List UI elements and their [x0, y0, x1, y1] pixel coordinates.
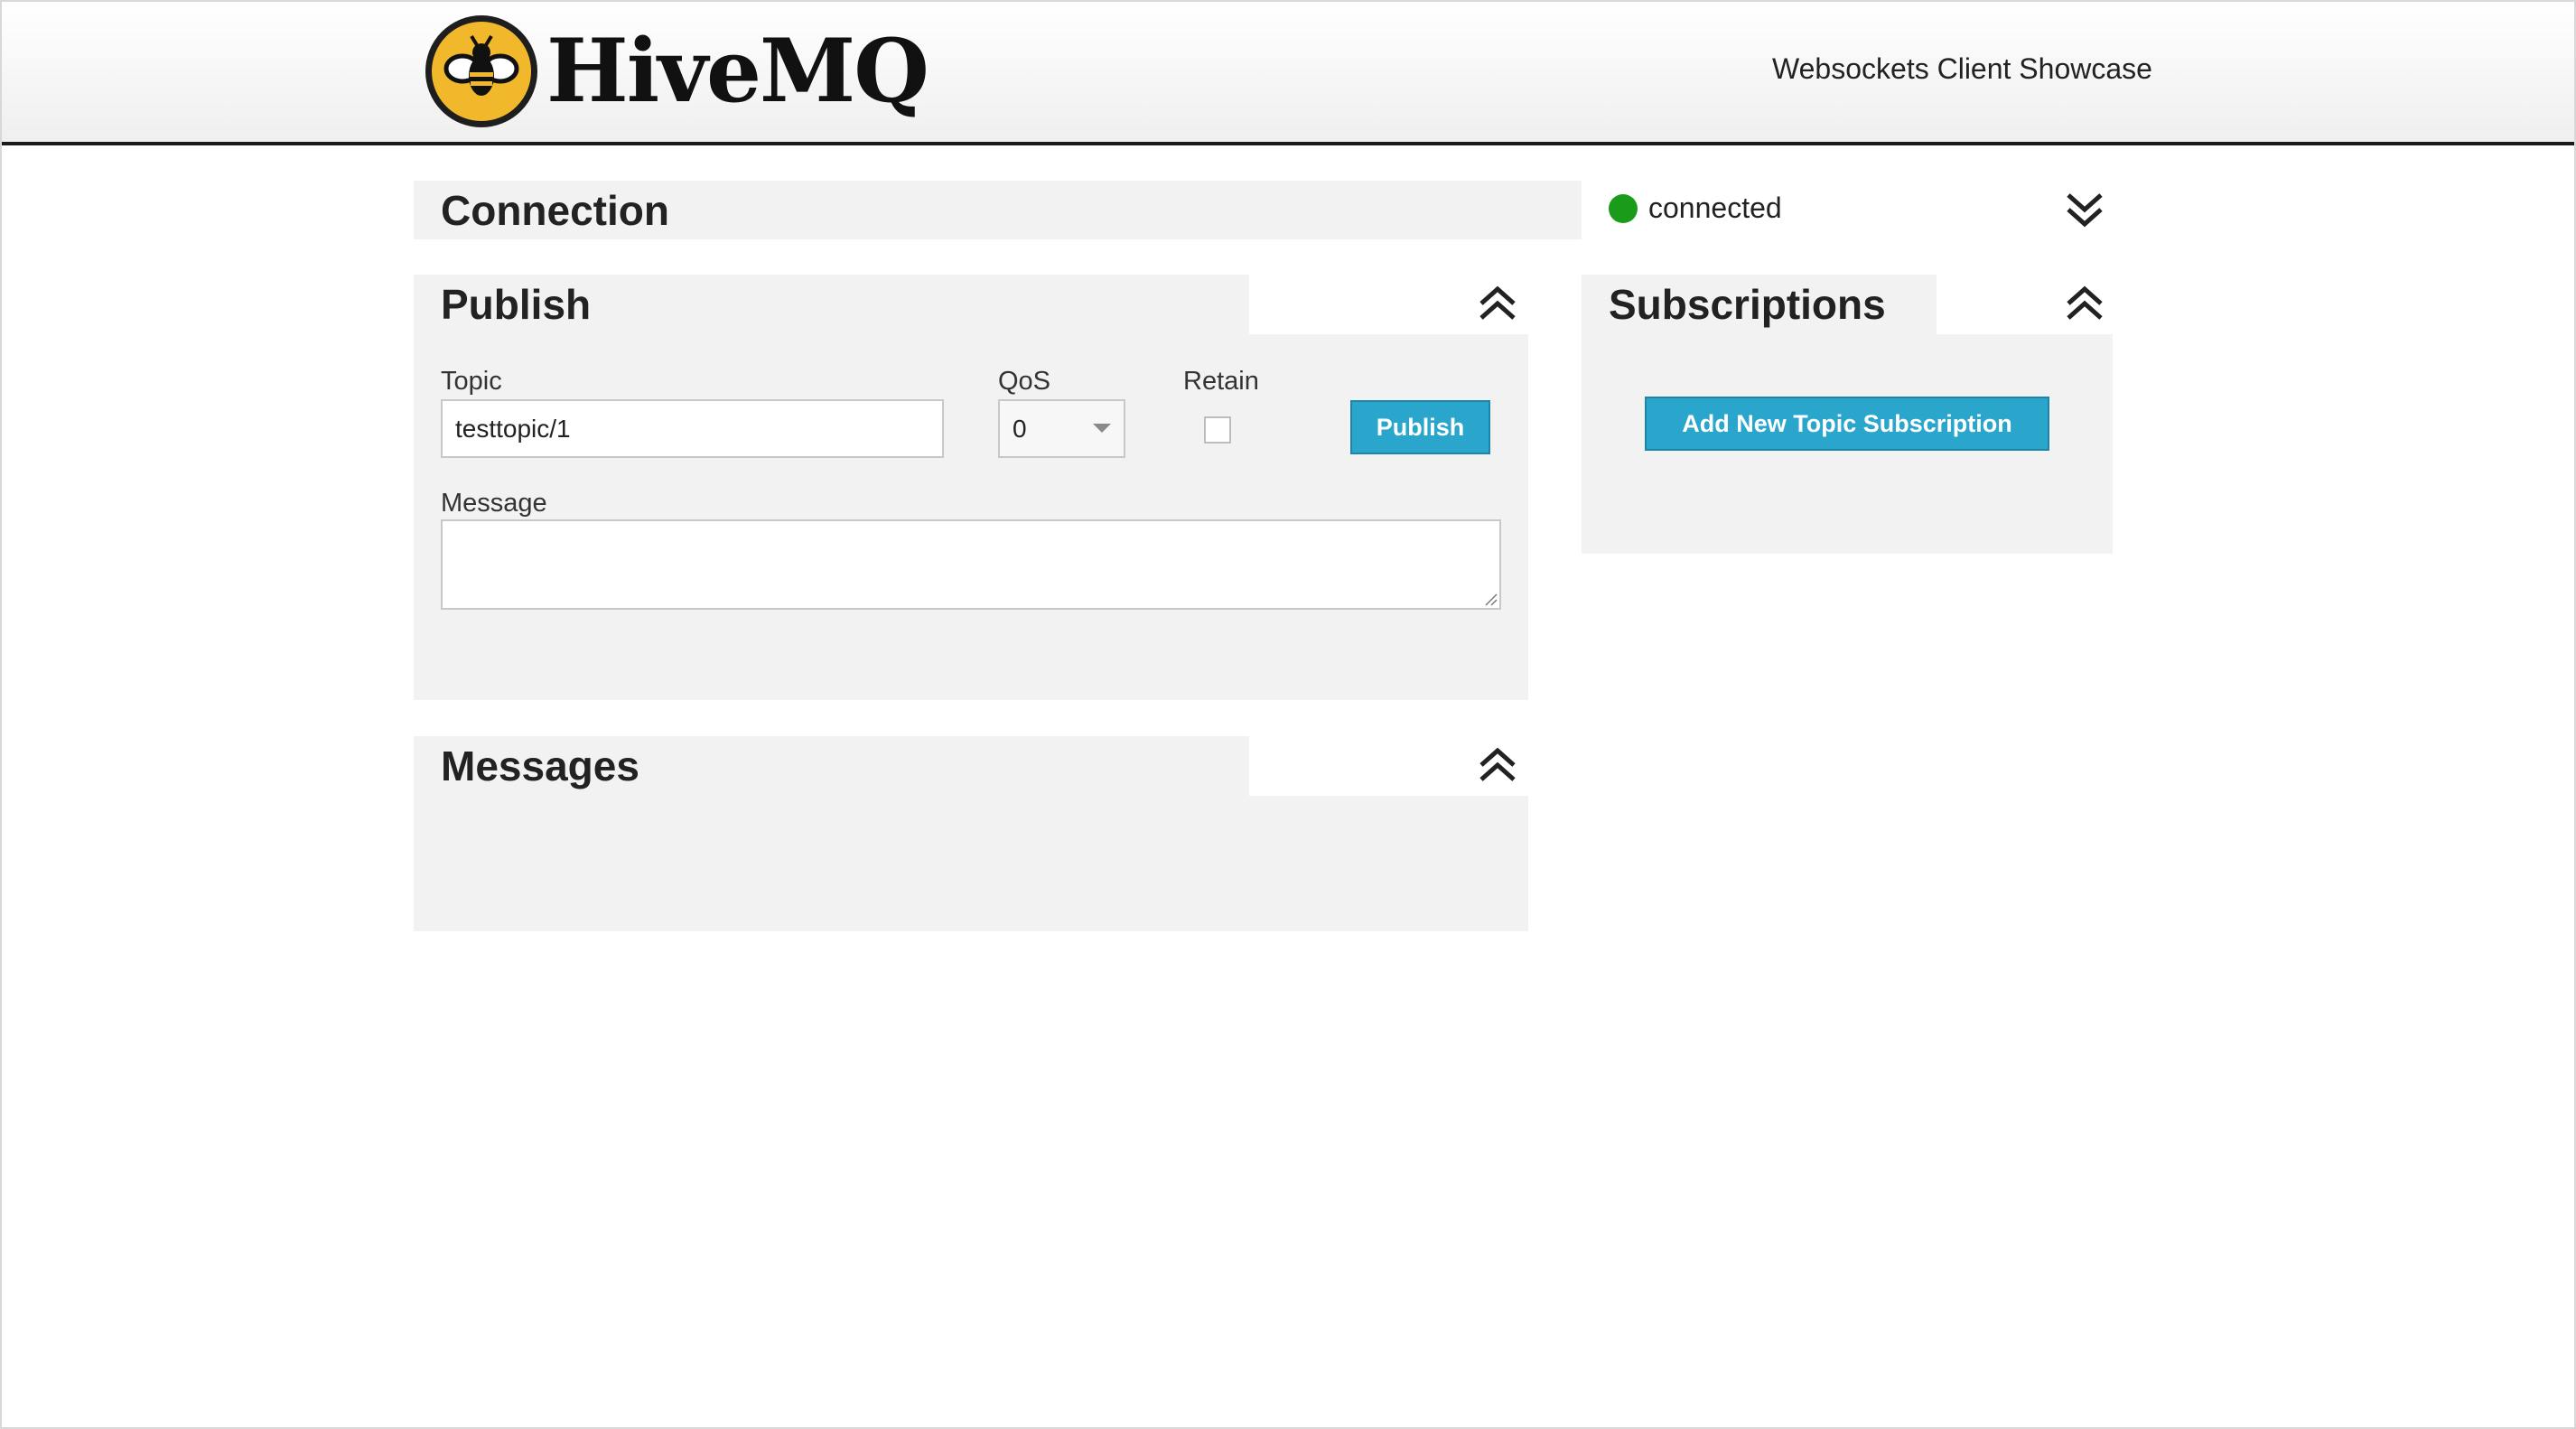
qos-label: QoS: [998, 367, 1051, 396]
connection-panel-header[interactable]: Connection: [414, 181, 1582, 239]
qos-select[interactable]: 0: [998, 399, 1125, 458]
topic-label: Topic: [441, 367, 502, 396]
retain-label: Retain: [1183, 367, 1259, 396]
header-tagline: Websockets Client Showcase: [1772, 52, 2152, 85]
publish-title: Publish: [441, 281, 592, 328]
qos-selected-value: 0: [1013, 414, 1027, 443]
publish-panel-body: [414, 334, 1528, 700]
subscriptions-title: Subscriptions: [1609, 281, 1886, 328]
hivemq-logo[interactable]: HiveMQ: [425, 11, 929, 132]
chevron-double-up-icon[interactable]: [2065, 284, 2105, 328]
dropdown-caret-icon: [1093, 423, 1111, 433]
message-label: Message: [441, 489, 547, 518]
publish-panel-header[interactable]: Publish: [414, 275, 1249, 334]
chevron-double-up-icon[interactable]: [1478, 745, 1517, 789]
resize-grip-icon[interactable]: [1483, 592, 1498, 606]
messages-panel-header[interactable]: Messages: [414, 736, 1249, 796]
publish-button[interactable]: Publish: [1350, 400, 1490, 454]
chevron-double-down-icon[interactable]: [2065, 190, 2105, 234]
app-header: HiveMQ Websockets Client Showcase: [2, 2, 2574, 145]
chevron-double-up-icon[interactable]: [1478, 284, 1517, 328]
bee-logo-icon: [425, 15, 537, 127]
connection-title: Connection: [441, 186, 669, 234]
topic-input[interactable]: [441, 399, 944, 458]
add-topic-subscription-button[interactable]: Add New Topic Subscription: [1645, 397, 2049, 451]
retain-checkbox[interactable]: [1204, 416, 1231, 444]
messages-title: Messages: [441, 743, 639, 789]
connection-status-text: connected: [1648, 191, 1782, 224]
message-textarea[interactable]: [441, 519, 1501, 610]
connection-status-indicator: [1609, 194, 1638, 223]
brand-name: HiveMQ: [546, 20, 929, 122]
messages-panel-body: [414, 796, 1528, 931]
subscriptions-panel-header[interactable]: Subscriptions: [1582, 275, 1937, 334]
